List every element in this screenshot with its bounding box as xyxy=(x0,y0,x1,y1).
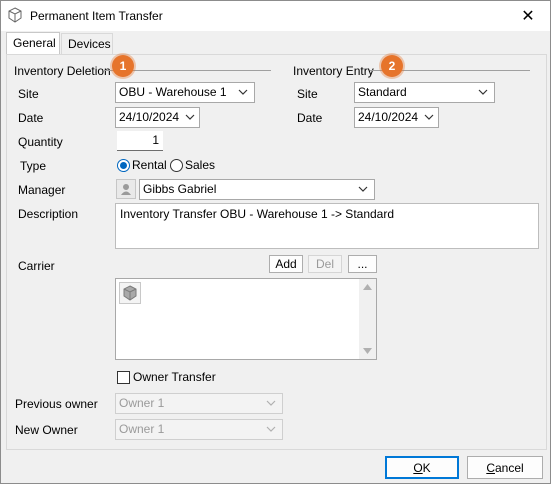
box-icon xyxy=(123,285,137,301)
close-icon: ✕ xyxy=(521,8,535,25)
source-date-value: 24/10/2024 xyxy=(119,110,180,124)
scroll-up-icon[interactable] xyxy=(363,284,372,290)
delete-carrier-button[interactable]: Del xyxy=(308,255,342,273)
manager-select[interactable]: Gibbs Gabriel xyxy=(139,179,375,200)
add-carrier-label: Add xyxy=(275,257,297,271)
tab-devices[interactable]: Devices xyxy=(61,33,113,55)
dialog-window: Permanent Item Transfer ✕ General Device… xyxy=(0,0,551,484)
tab-general-label: General xyxy=(13,36,56,50)
new-owner-select[interactable]: Owner 1 xyxy=(115,419,283,440)
tab-devices-label: Devices xyxy=(68,37,111,51)
source-site-select[interactable]: OBU - Warehouse 1 xyxy=(115,82,255,103)
chevron-down-icon xyxy=(238,89,248,95)
target-site-value: Standard xyxy=(358,85,407,99)
window-title: Permanent Item Transfer xyxy=(30,9,163,23)
inventory-deletion-heading: Inventory Deletion xyxy=(14,64,111,78)
date-label: Date xyxy=(18,111,44,125)
step-badge-1: 1 xyxy=(112,55,134,77)
quantity-input[interactable]: 1 xyxy=(117,131,163,151)
tab-general[interactable]: General xyxy=(6,32,60,56)
ok-rest: K xyxy=(422,460,431,475)
target-site-select[interactable]: Standard xyxy=(354,82,495,103)
new-owner-value: Owner 1 xyxy=(119,422,165,436)
source-site-value: OBU - Warehouse 1 xyxy=(119,85,227,99)
cube-icon xyxy=(8,7,22,23)
title-bar: Permanent Item Transfer ✕ xyxy=(1,1,550,31)
close-button[interactable]: ✕ xyxy=(506,1,550,31)
step-badge-2: 2 xyxy=(381,55,403,77)
previous-owner-select[interactable]: Owner 1 xyxy=(115,393,283,414)
chevron-down-icon xyxy=(478,89,488,95)
previous-owner-value: Owner 1 xyxy=(119,396,165,410)
sales-radio-label: Sales xyxy=(185,158,216,172)
more-carrier-button[interactable]: ... xyxy=(348,255,377,273)
manager-label: Manager xyxy=(18,183,66,197)
more-carrier-label: ... xyxy=(357,257,368,271)
manager-value: Gibbs Gabriel xyxy=(143,182,217,196)
new-owner-label: New Owner xyxy=(15,423,78,437)
carrier-list-scrollbar[interactable] xyxy=(359,279,376,359)
manager-lookup-button[interactable] xyxy=(116,179,136,199)
ok-accel: O xyxy=(413,460,423,475)
previous-owner-label: Previous owner xyxy=(15,397,98,411)
inventory-entry-heading: Inventory Entry xyxy=(293,64,374,78)
quantity-label: Quantity xyxy=(18,135,63,149)
owner-transfer-label: Owner Transfer xyxy=(133,370,216,384)
general-panel: Inventory Deletion 1 Inventory Entry 2 S… xyxy=(6,54,547,450)
sales-radio[interactable] xyxy=(170,159,183,172)
chevron-down-icon xyxy=(266,400,276,406)
carrier-label: Carrier xyxy=(18,259,55,273)
scroll-down-icon[interactable] xyxy=(363,348,372,354)
target-date-value: 24/10/2024 xyxy=(358,110,419,124)
add-carrier-button[interactable]: Add xyxy=(269,255,303,273)
user-icon xyxy=(121,184,131,195)
carrier-list[interactable] xyxy=(115,278,377,360)
chevron-down-icon xyxy=(266,426,276,432)
cancel-button[interactable]: Cancel xyxy=(467,456,543,479)
cancel-accel: C xyxy=(486,460,495,475)
description-textarea[interactable]: Inventory Transfer OBU - Warehouse 1 -> … xyxy=(115,203,539,249)
chevron-down-icon xyxy=(358,186,368,192)
owner-transfer-checkbox[interactable] xyxy=(117,371,130,384)
target-date-label: Date xyxy=(297,111,323,125)
cancel-rest: ancel xyxy=(494,460,524,475)
delete-carrier-label: Del xyxy=(315,257,334,271)
rental-radio-label: Rental xyxy=(132,158,167,172)
source-date-picker[interactable]: 24/10/2024 xyxy=(115,107,200,128)
target-date-picker[interactable]: 24/10/2024 xyxy=(354,107,439,128)
ok-button[interactable]: OK xyxy=(385,456,459,479)
type-label: Type xyxy=(20,159,47,173)
description-label: Description xyxy=(18,207,79,221)
site-label: Site xyxy=(18,87,39,101)
chevron-down-icon xyxy=(185,114,195,120)
rental-radio[interactable] xyxy=(117,159,130,172)
chevron-down-icon xyxy=(424,114,434,120)
target-site-label: Site xyxy=(297,87,318,101)
carrier-item[interactable] xyxy=(119,282,141,304)
